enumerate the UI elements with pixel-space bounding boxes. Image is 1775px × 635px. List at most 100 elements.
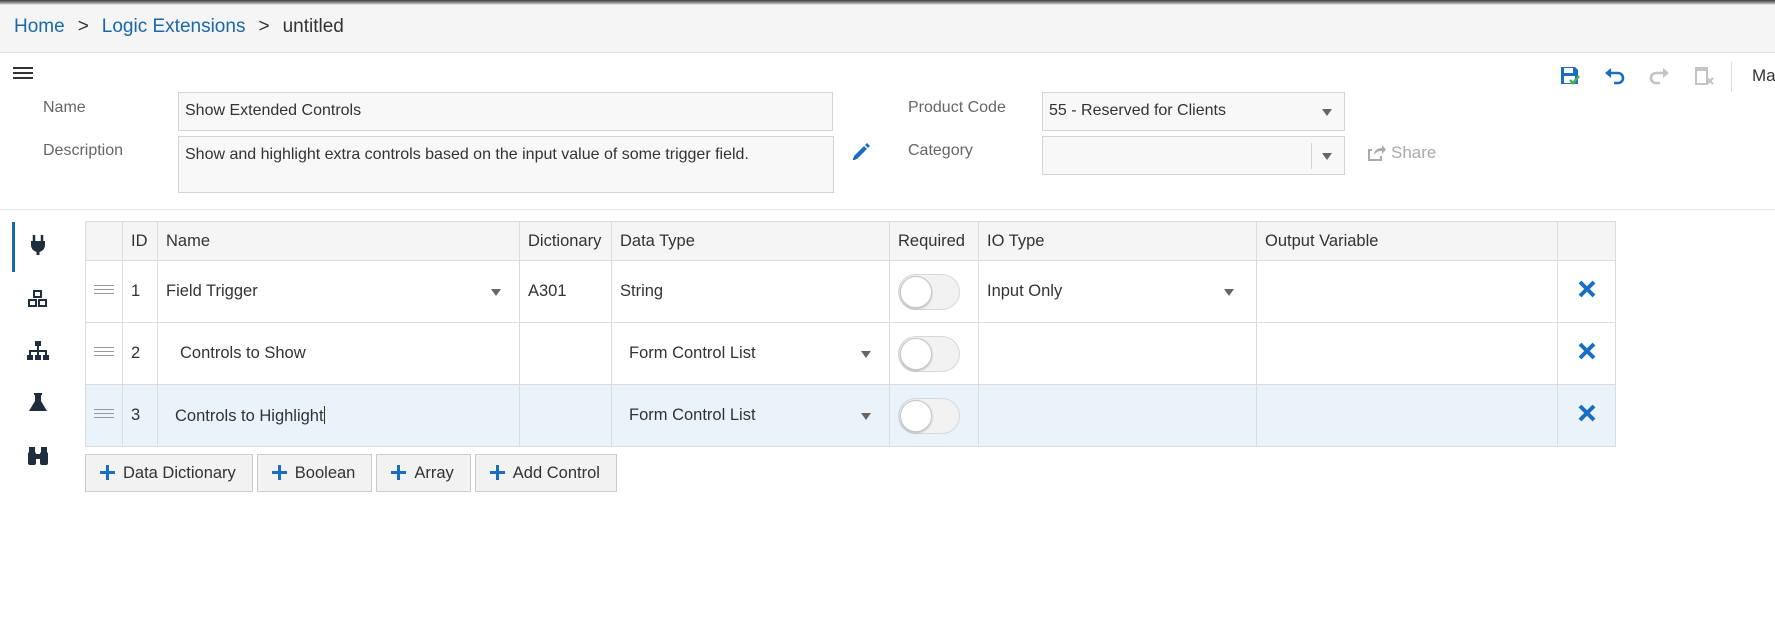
add-data-dictionary-label: Data Dictionary bbox=[123, 464, 236, 482]
flask-icon[interactable] bbox=[25, 390, 51, 416]
plus-icon bbox=[100, 465, 115, 480]
toolbar-overflow-label: Ma bbox=[1752, 66, 1775, 85]
plus-icon bbox=[391, 465, 407, 480]
add-control-label: Add Control bbox=[512, 464, 600, 482]
row-name-input[interactable]: Controls to Highlight bbox=[157, 384, 520, 447]
binoculars-icon[interactable] bbox=[25, 443, 51, 469]
breadcrumb-logic-extensions[interactable]: Logic Extensions bbox=[102, 16, 246, 37]
row-name: Controls to Highlight bbox=[175, 406, 324, 425]
plug-icon[interactable] bbox=[25, 232, 51, 258]
cubes-icon[interactable] bbox=[25, 286, 51, 312]
select-divider bbox=[1311, 143, 1312, 169]
breadcrumb-home[interactable]: Home bbox=[14, 16, 65, 37]
category-select[interactable] bbox=[1042, 136, 1345, 175]
name-field-value: Show Extended Controls bbox=[185, 102, 362, 119]
drag-handle-icon[interactable] bbox=[85, 384, 123, 447]
name-select[interactable]: Field Trigger bbox=[157, 260, 520, 323]
row-id: 1 bbox=[122, 260, 158, 323]
undo-icon[interactable] bbox=[1604, 65, 1626, 87]
chevron-down-icon bbox=[1224, 288, 1234, 296]
name-field[interactable]: Show Extended Controls bbox=[178, 92, 833, 131]
row-dictionary bbox=[519, 384, 612, 447]
header-name[interactable]: Name bbox=[157, 221, 520, 261]
breadcrumb-separator: > bbox=[77, 16, 89, 37]
share-button[interactable]: Share bbox=[1366, 143, 1436, 163]
delete-cell bbox=[1557, 260, 1616, 323]
row-data-type: String bbox=[611, 260, 890, 323]
table-row: 1 Field Trigger A301 String Input Only bbox=[85, 260, 1616, 323]
row-dictionary: A301 bbox=[519, 260, 612, 323]
delete-icon[interactable] bbox=[1693, 65, 1715, 87]
product-code-label: Product Code bbox=[908, 99, 1006, 116]
header-required[interactable]: Required bbox=[889, 221, 979, 261]
row-output-variable[interactable] bbox=[1256, 322, 1558, 385]
row-output-variable[interactable] bbox=[1256, 384, 1558, 447]
row-data-type: Form Control List bbox=[629, 344, 756, 362]
breadcrumb-separator: > bbox=[258, 16, 270, 37]
required-toggle[interactable] bbox=[898, 273, 960, 310]
delete-cell bbox=[1557, 322, 1616, 385]
toolbar-divider bbox=[1731, 62, 1732, 92]
row-name-input[interactable]: Controls to Show bbox=[157, 322, 520, 385]
drag-handle-icon[interactable] bbox=[85, 260, 123, 323]
plus-icon bbox=[271, 465, 287, 480]
add-button-bar: Data Dictionary Boolean Array Add Contro… bbox=[85, 454, 621, 492]
menu-hamburger-icon[interactable] bbox=[13, 67, 33, 81]
text-caret bbox=[323, 405, 325, 424]
sitemap-icon[interactable] bbox=[25, 338, 51, 364]
required-toggle[interactable] bbox=[898, 397, 960, 434]
save-icon[interactable] bbox=[1559, 65, 1581, 87]
product-code-select[interactable]: 55 - Reserved for Clients bbox=[1042, 92, 1345, 131]
redo-icon[interactable] bbox=[1648, 65, 1670, 87]
add-array-label: Array bbox=[414, 464, 454, 482]
row-output-variable[interactable] bbox=[1256, 260, 1558, 323]
add-boolean-button[interactable]: Boolean bbox=[256, 454, 373, 492]
plus-icon bbox=[489, 465, 505, 480]
category-label: Category bbox=[908, 142, 973, 159]
header-io-type[interactable]: IO Type bbox=[978, 221, 1257, 261]
required-toggle-cell bbox=[889, 384, 979, 447]
breadcrumb: Home > Logic Extensions > untitled bbox=[14, 16, 344, 38]
header-output-variable[interactable]: Output Variable bbox=[1256, 221, 1558, 261]
variables-table: ID Name Dictionary Data Type Required IO… bbox=[85, 221, 1616, 447]
chevron-down-icon bbox=[1322, 109, 1332, 116]
top-shadow bbox=[0, 0, 1775, 5]
delete-row-icon[interactable] bbox=[1577, 403, 1597, 423]
data-type-select[interactable]: Form Control List bbox=[611, 384, 890, 447]
header-data-type[interactable]: Data Type bbox=[611, 221, 890, 261]
sidebar-active-indicator bbox=[12, 222, 15, 272]
product-code-value: 55 - Reserved for Clients bbox=[1049, 102, 1226, 119]
breadcrumb-current: untitled bbox=[282, 16, 344, 37]
drag-handle-icon[interactable] bbox=[85, 322, 123, 385]
required-toggle[interactable] bbox=[898, 335, 960, 372]
pencil-edit-icon[interactable] bbox=[850, 141, 872, 163]
chevron-down-icon bbox=[1322, 153, 1332, 160]
add-control-button[interactable]: Add Control bbox=[474, 454, 617, 492]
row-io-type bbox=[978, 322, 1257, 385]
row-data-type: Form Control List bbox=[629, 406, 756, 424]
header-dictionary[interactable]: Dictionary bbox=[519, 221, 612, 261]
header-id[interactable]: ID bbox=[122, 221, 158, 261]
section-divider bbox=[0, 209, 1775, 210]
required-toggle-cell bbox=[889, 322, 979, 385]
header-actions bbox=[1557, 221, 1616, 261]
row-dictionary bbox=[519, 322, 612, 385]
data-type-select[interactable]: Form Control List bbox=[611, 322, 890, 385]
name-label: Name bbox=[43, 99, 86, 116]
top-bar: Home > Logic Extensions > untitled bbox=[0, 0, 1775, 53]
io-type-select[interactable]: Input Only bbox=[978, 260, 1257, 323]
delete-row-icon[interactable] bbox=[1577, 341, 1597, 361]
row-io-type: Input Only bbox=[987, 282, 1063, 300]
table-row: 2 Controls to Show Form Control List bbox=[85, 322, 1616, 385]
row-id: 3 bbox=[122, 384, 158, 447]
description-label: Description bbox=[43, 142, 124, 159]
chevron-down-icon bbox=[861, 350, 871, 358]
add-data-dictionary-button[interactable]: Data Dictionary bbox=[85, 454, 253, 492]
delete-row-icon[interactable] bbox=[1577, 279, 1597, 299]
description-field[interactable]: Show and highlight extra controls based … bbox=[178, 136, 834, 193]
add-array-button[interactable]: Array bbox=[376, 454, 471, 492]
table-row-selected: 3 Controls to Highlight Form Control Lis… bbox=[85, 384, 1616, 447]
row-name: Field Trigger bbox=[166, 282, 258, 300]
delete-cell bbox=[1557, 384, 1616, 447]
row-id: 2 bbox=[122, 322, 158, 385]
